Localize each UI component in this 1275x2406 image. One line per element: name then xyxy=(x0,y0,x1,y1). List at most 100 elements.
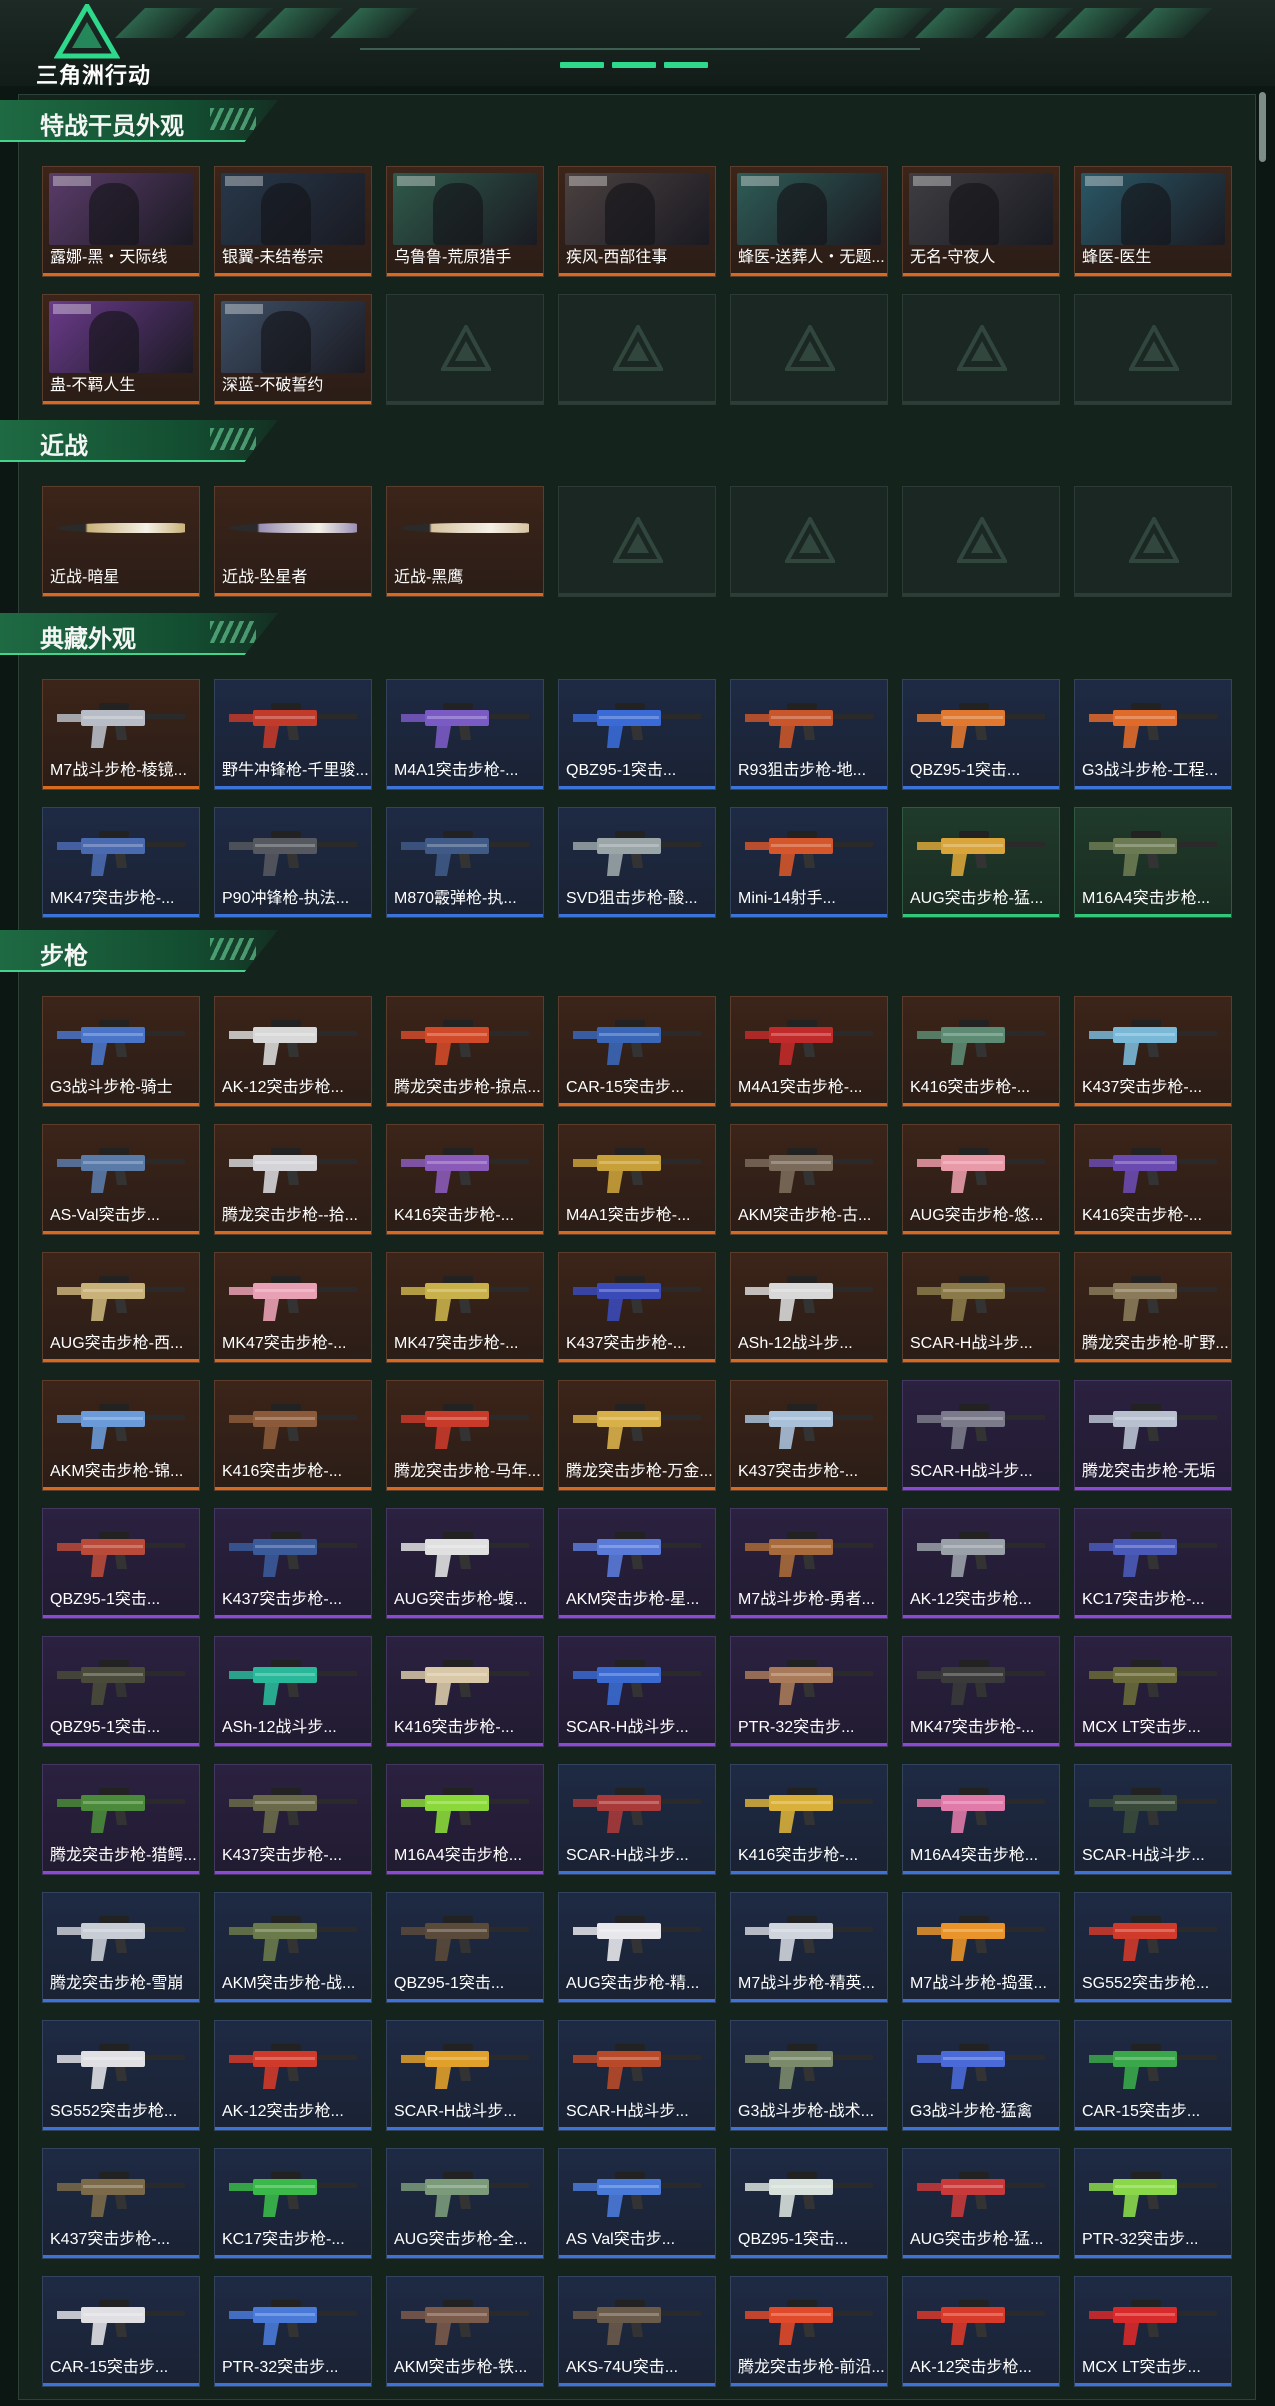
skin-card[interactable]: 蛊-不羁人生 xyxy=(42,294,200,405)
skin-card[interactable]: M16A4突击步枪... xyxy=(1074,807,1232,918)
skin-card[interactable]: K416突击步枪-... xyxy=(730,1764,888,1875)
skin-card[interactable]: K437突击步枪-... xyxy=(42,2148,200,2259)
skin-card[interactable]: G3战斗步枪-猛禽 xyxy=(902,2020,1060,2131)
skin-card[interactable]: PTR-32突击步... xyxy=(214,2276,372,2387)
skin-card[interactable]: 腾龙突击步枪-马年... xyxy=(386,1380,544,1491)
skin-card[interactable]: AKM突击步枪-战... xyxy=(214,1892,372,2003)
skin-card[interactable]: AUG突击步枪-猛... xyxy=(902,2148,1060,2259)
skin-card[interactable]: MK47突击步枪-... xyxy=(902,1636,1060,1747)
skin-card[interactable]: AKS-74U突击... xyxy=(558,2276,716,2387)
skin-card[interactable]: AS Val突击步... xyxy=(558,2148,716,2259)
skin-card[interactable]: ASh-12战斗步... xyxy=(214,1636,372,1747)
skin-card[interactable]: AK-12突击步枪... xyxy=(902,1508,1060,1619)
skin-card[interactable]: 腾龙突击步枪-掠点... xyxy=(386,996,544,1107)
skin-card[interactable]: 深蓝-不破誓约 xyxy=(214,294,372,405)
skin-card[interactable]: CAR-15突击步... xyxy=(42,2276,200,2387)
skin-card[interactable]: SG552突击步枪... xyxy=(1074,1892,1232,2003)
skin-card[interactable]: KC17突击步枪-... xyxy=(214,2148,372,2259)
skin-card[interactable]: AUG突击步枪-全... xyxy=(386,2148,544,2259)
skin-card[interactable]: KC17突击步枪-... xyxy=(1074,1508,1232,1619)
skin-card[interactable]: MK47突击步枪-... xyxy=(386,1252,544,1363)
skin-card[interactable]: MK47突击步枪-... xyxy=(214,1252,372,1363)
skin-card[interactable]: SCAR-H战斗步... xyxy=(558,1636,716,1747)
skin-card[interactable]: K437突击步枪-... xyxy=(730,1380,888,1491)
skin-card[interactable]: 银翼-未结卷宗 xyxy=(214,166,372,277)
skin-card[interactable]: 野牛冲锋枪-千里骏... xyxy=(214,679,372,790)
skin-card[interactable]: MK47突击步枪-... xyxy=(42,807,200,918)
skin-card[interactable]: AKM突击步枪-星... xyxy=(558,1508,716,1619)
skin-card[interactable]: SCAR-H战斗步... xyxy=(902,1380,1060,1491)
skin-card[interactable]: AUG突击步枪-猛... xyxy=(902,807,1060,918)
skin-card[interactable]: K437突击步枪-... xyxy=(214,1764,372,1875)
skin-card[interactable]: K416突击步枪-... xyxy=(386,1636,544,1747)
skin-card[interactable]: AK-12突击步枪... xyxy=(902,2276,1060,2387)
skin-card[interactable]: 乌鲁鲁-荒原猎手 xyxy=(386,166,544,277)
skin-card[interactable]: M7战斗步枪-精英... xyxy=(730,1892,888,2003)
skin-card[interactable]: G3战斗步枪-战术... xyxy=(730,2020,888,2131)
skin-card[interactable]: 近战-坠星者 xyxy=(214,486,372,597)
skin-card[interactable]: AKM突击步枪-铁... xyxy=(386,2276,544,2387)
skin-card[interactable]: M870霰弹枪-执... xyxy=(386,807,544,918)
skin-card[interactable]: MCX LT突击步... xyxy=(1074,2276,1232,2387)
skin-card[interactable]: 腾龙突击步枪-旷野... xyxy=(1074,1252,1232,1363)
skin-card[interactable]: K416突击步枪-... xyxy=(214,1380,372,1491)
skin-card[interactable]: 露娜-黑・天际线 xyxy=(42,166,200,277)
skin-card[interactable]: 腾龙突击步枪--拾... xyxy=(214,1124,372,1235)
skin-card[interactable]: QBZ95-1突击... xyxy=(730,2148,888,2259)
skin-card[interactable]: PTR-32突击步... xyxy=(1074,2148,1232,2259)
skin-card[interactable]: M7战斗步枪-捣蛋... xyxy=(902,1892,1060,2003)
skin-card[interactable]: 腾龙突击步枪-猎鳄... xyxy=(42,1764,200,1875)
skin-card[interactable]: AUG突击步枪-蝮... xyxy=(386,1508,544,1619)
skin-card[interactable]: QBZ95-1突击... xyxy=(386,1892,544,2003)
skin-card[interactable]: AS-Val突击步... xyxy=(42,1124,200,1235)
skin-card[interactable]: ASh-12战斗步... xyxy=(730,1252,888,1363)
skin-card[interactable]: AKM突击步枪-古... xyxy=(730,1124,888,1235)
skin-card[interactable]: QBZ95-1突击... xyxy=(902,679,1060,790)
skin-card[interactable]: M7战斗步枪-勇者... xyxy=(730,1508,888,1619)
skin-card[interactable]: AUG突击步枪-精... xyxy=(558,1892,716,2003)
skin-card[interactable]: SCAR-H战斗步... xyxy=(902,1252,1060,1363)
skin-card[interactable]: P90冲锋枪-执法... xyxy=(214,807,372,918)
skin-card[interactable]: QBZ95-1突击... xyxy=(42,1508,200,1619)
skin-card[interactable]: QBZ95-1突击... xyxy=(42,1636,200,1747)
skin-card[interactable]: K416突击步枪-... xyxy=(902,996,1060,1107)
skin-card[interactable]: AUG突击步枪-悠... xyxy=(902,1124,1060,1235)
skin-card[interactable]: PTR-32突击步... xyxy=(730,1636,888,1747)
skin-card[interactable]: 腾龙突击步枪-无垢 xyxy=(1074,1380,1232,1491)
skin-card[interactable]: AK-12突击步枪... xyxy=(214,996,372,1107)
skin-card[interactable]: M16A4突击步枪... xyxy=(386,1764,544,1875)
skin-card[interactable]: G3战斗步枪-骑士 xyxy=(42,996,200,1107)
skin-card[interactable]: K437突击步枪-... xyxy=(214,1508,372,1619)
skin-card[interactable]: K437突击步枪-... xyxy=(558,1252,716,1363)
skin-card[interactable]: K437突击步枪-... xyxy=(1074,996,1232,1107)
skin-card[interactable]: AK-12突击步枪... xyxy=(214,2020,372,2131)
skin-card[interactable]: SCAR-H战斗步... xyxy=(1074,1764,1232,1875)
skin-card[interactable]: CAR-15突击步... xyxy=(558,996,716,1107)
skin-card[interactable]: QBZ95-1突击... xyxy=(558,679,716,790)
skin-card[interactable]: M4A1突击步枪-... xyxy=(730,996,888,1107)
skin-card[interactable]: 无名-守夜人 xyxy=(902,166,1060,277)
skin-card[interactable]: AUG突击步枪-西... xyxy=(42,1252,200,1363)
skin-card[interactable]: SVD狙击步枪-酸... xyxy=(558,807,716,918)
skin-card[interactable]: R93狙击步枪-地... xyxy=(730,679,888,790)
skin-card[interactable]: 蜂医-送葬人・无题... xyxy=(730,166,888,277)
skin-card[interactable]: SCAR-H战斗步... xyxy=(558,2020,716,2131)
skin-card[interactable]: SCAR-H战斗步... xyxy=(558,1764,716,1875)
skin-card[interactable]: M4A1突击步枪-... xyxy=(558,1124,716,1235)
skin-card[interactable]: MCX LT突击步... xyxy=(1074,1636,1232,1747)
skin-card[interactable]: 腾龙突击步枪-前沿... xyxy=(730,2276,888,2387)
skin-card[interactable]: 近战-黑鹰 xyxy=(386,486,544,597)
skin-card[interactable]: SG552突击步枪... xyxy=(42,2020,200,2131)
skin-card[interactable]: 腾龙突击步枪-万金... xyxy=(558,1380,716,1491)
skin-card[interactable]: 近战-暗星 xyxy=(42,486,200,597)
skin-card[interactable]: CAR-15突击步... xyxy=(1074,2020,1232,2131)
skin-card[interactable]: M7战斗步枪-棱镜... xyxy=(42,679,200,790)
skin-card[interactable]: M4A1突击步枪-... xyxy=(386,679,544,790)
skin-card[interactable]: 蜂医-医生 xyxy=(1074,166,1232,277)
scrollbar[interactable] xyxy=(1259,92,1266,162)
skin-card[interactable]: 腾龙突击步枪-雪崩 xyxy=(42,1892,200,2003)
skin-card[interactable]: K416突击步枪-... xyxy=(1074,1124,1232,1235)
skin-card[interactable]: Mini-14射手... xyxy=(730,807,888,918)
skin-card[interactable]: G3战斗步枪-工程... xyxy=(1074,679,1232,790)
skin-card[interactable]: K416突击步枪-... xyxy=(386,1124,544,1235)
